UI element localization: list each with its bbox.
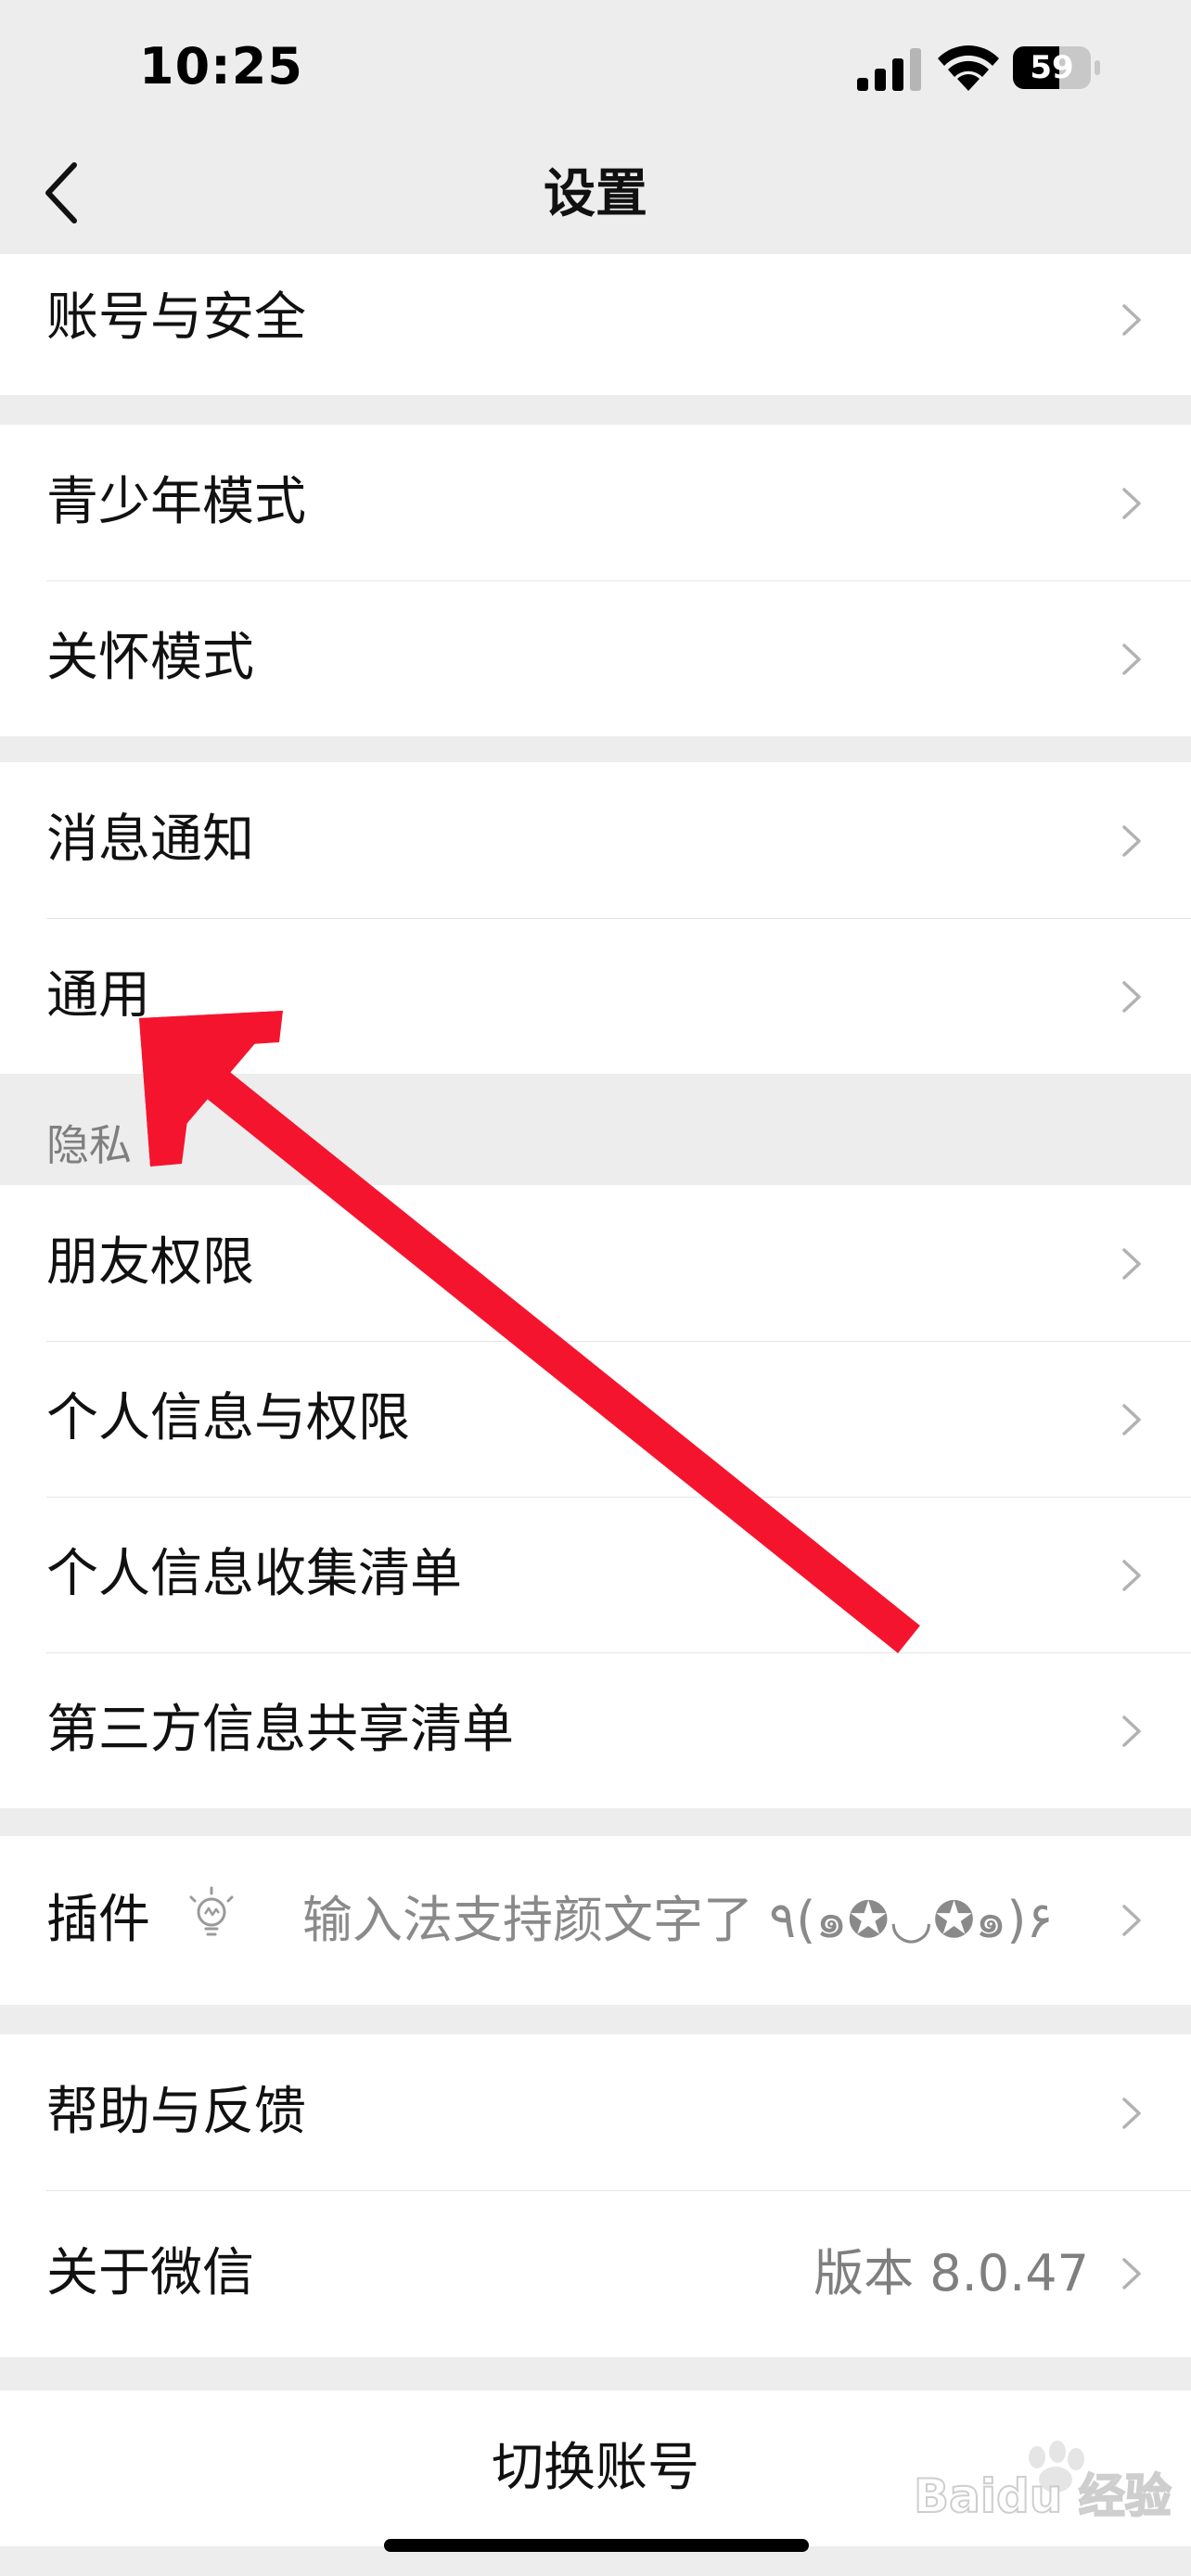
chevron-right-icon (1122, 1248, 1141, 1280)
settings-item-label: 朋友权限 (46, 1232, 254, 1293)
chevron-right-icon (1122, 1715, 1141, 1747)
settings-item-teen-mode[interactable]: 青少年模式 (0, 425, 1191, 580)
group-plugins: 插件 输入法支持颜文字了 ٩(๑✪◡✪๑)۶ (0, 1836, 1191, 2005)
settings-item-label: 消息通知 (46, 810, 254, 870)
group-privacy: 朋友权限 个人信息与权限 个人信息收集清单 第三方信息共享清单 (0, 1185, 1191, 1808)
chevron-right-icon (1122, 825, 1141, 857)
chevron-right-icon (1122, 1560, 1141, 1591)
settings-item-third-party-sharing[interactable]: 第三方信息共享清单 (0, 1652, 1191, 1808)
chevron-right-icon (1122, 981, 1141, 1013)
settings-item-label: 通用 (46, 965, 150, 1026)
status-bar: 10:25 59 (0, 0, 1191, 139)
settings-item-label: 第三方信息共享清单 (46, 1700, 514, 1760)
settings-item-label: 个人信息收集清单 (46, 1544, 462, 1604)
settings-item-plugins[interactable]: 插件 输入法支持颜文字了 ٩(๑✪◡✪๑)۶ (0, 1836, 1191, 2005)
settings-item-label: 关于微信 (46, 2243, 254, 2303)
group-account: 账号与安全 (0, 254, 1191, 395)
group-about: 帮助与反馈 关于微信 版本 8.0.47 (0, 2034, 1191, 2357)
settings-item-about-wechat[interactable]: 关于微信 版本 8.0.47 (0, 2190, 1191, 2357)
app-version: 版本 8.0.47 (813, 2244, 1089, 2302)
settings-item-label: 个人信息与权限 (46, 1388, 410, 1448)
settings-item-label: 青少年模式 (46, 472, 306, 532)
home-indicator (384, 2539, 809, 2552)
settings-item-label: 关怀模式 (46, 628, 254, 688)
settings-item-general[interactable]: 通用 (0, 918, 1191, 1074)
settings-item-friend-permissions[interactable]: 朋友权限 (0, 1185, 1191, 1341)
chevron-right-icon (1122, 304, 1141, 336)
settings-item-label: 账号与安全 (46, 287, 306, 348)
settings-item-personal-info-permissions[interactable]: 个人信息与权限 (0, 1341, 1191, 1497)
nav-bar: 设置 (0, 139, 1191, 250)
settings-item-help-feedback[interactable]: 帮助与反馈 (0, 2034, 1191, 2190)
plugins-hint-text: 输入法支持颜文字了 ٩(๑✪◡✪๑)۶ (302, 1891, 1054, 1949)
chevron-right-icon (1122, 1905, 1141, 1936)
chevron-right-icon (1122, 1404, 1141, 1435)
watermark-text: Baidu 经验 (913, 2468, 1172, 2524)
chevron-right-icon (1122, 644, 1141, 675)
group-general: 消息通知 通用 (0, 762, 1191, 1074)
settings-item-label: 帮助与反馈 (46, 2082, 306, 2142)
chevron-right-icon (1122, 488, 1141, 519)
wifi-icon (938, 45, 999, 91)
battery-level: 59 (1030, 49, 1074, 86)
settings-item-label: 插件 (46, 1890, 150, 1950)
settings-item-care-mode[interactable]: 关怀模式 (0, 580, 1191, 736)
back-chevron-icon[interactable] (39, 158, 85, 228)
page-title: 设置 (544, 164, 647, 224)
section-header-privacy: 隐私 (46, 1120, 132, 1170)
chevron-right-icon (1122, 2258, 1141, 2289)
status-time: 10:25 (139, 37, 303, 96)
lightbulb-icon (189, 1886, 234, 1936)
group-modes: 青少年模式 关怀模式 (0, 425, 1191, 736)
chevron-right-icon (1122, 2098, 1141, 2129)
settings-item-notifications[interactable]: 消息通知 (0, 762, 1191, 918)
settings-item-account-security[interactable]: 账号与安全 (0, 254, 1191, 395)
settings-item-personal-info-collection[interactable]: 个人信息收集清单 (0, 1497, 1191, 1652)
cellular-signal-icon (857, 48, 921, 91)
